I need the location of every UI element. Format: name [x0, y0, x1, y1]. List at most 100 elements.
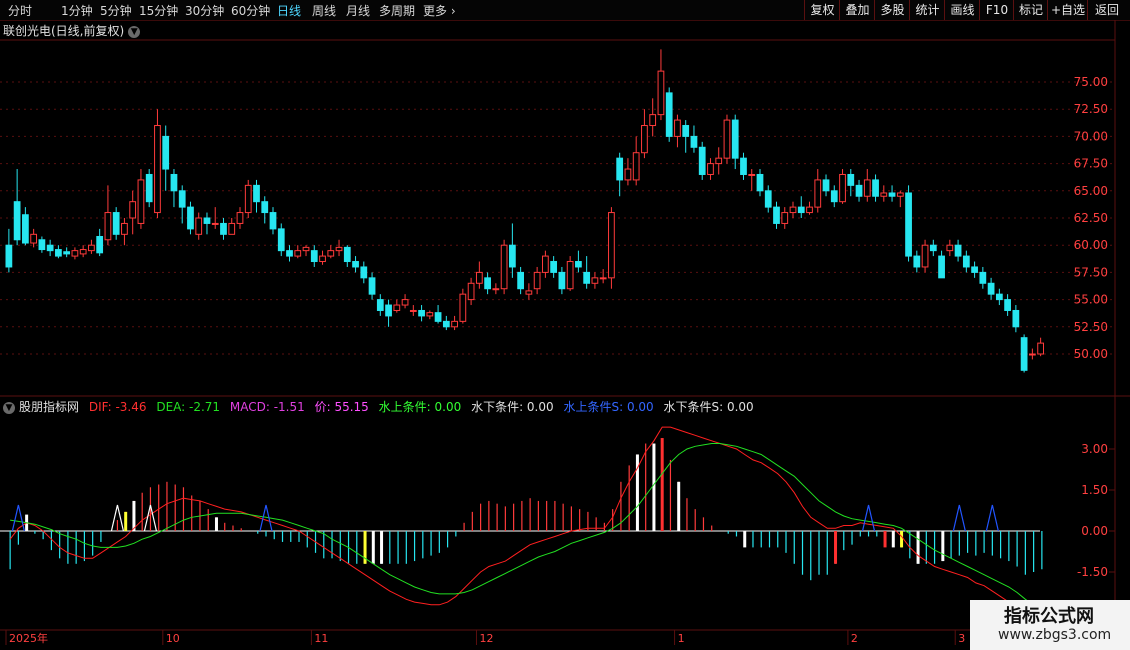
candle-body: [599, 277, 607, 280]
candle-body: [310, 250, 318, 263]
candle-body: [393, 304, 401, 311]
price-tick-label: 72.50: [1074, 102, 1108, 116]
candle-body: [830, 190, 838, 203]
candle: [508, 223, 516, 278]
date-label: 3: [958, 632, 965, 645]
candle: [789, 201, 797, 218]
candle-body: [707, 163, 714, 175]
candle: [22, 207, 29, 246]
watermark: 指标公式网 www.zbgs3.com: [970, 600, 1130, 650]
candle: [459, 288, 467, 324]
candle-body: [220, 222, 227, 235]
candle-body: [756, 173, 764, 192]
candle-body: [748, 173, 756, 176]
date-label: 10: [166, 632, 180, 645]
candle-body: [129, 201, 137, 219]
candle-body: [195, 217, 203, 235]
candle-body: [657, 70, 665, 116]
candle-body: [96, 235, 104, 254]
candle-body: [426, 312, 434, 317]
signal-triangle: [861, 504, 876, 532]
candle: [1004, 294, 1011, 316]
candle: [475, 261, 483, 289]
candle: [872, 174, 879, 202]
candle-body: [855, 184, 863, 197]
candle: [244, 179, 252, 218]
kline-chart[interactable]: 75.00 72.50 70.00 67.50 65.00 62.50 60.00 57.50…: [0, 0, 1130, 650]
candle: [822, 174, 830, 197]
candle-body: [401, 299, 409, 306]
candle-body: [632, 152, 640, 181]
candle-body: [863, 179, 871, 197]
candle-body: [121, 222, 128, 235]
candle: [500, 239, 508, 295]
candle-body: [921, 244, 929, 268]
candle: [13, 169, 21, 246]
candle-body: [566, 261, 574, 290]
candle: [261, 196, 269, 224]
candle-body: [343, 246, 351, 263]
candle-body: [913, 255, 921, 268]
candle: [368, 272, 376, 300]
candle: [905, 185, 912, 262]
candle: [112, 207, 120, 240]
candle: [641, 109, 648, 159]
date-label: 12: [479, 632, 493, 645]
chevron-down-icon[interactable]: ▼: [3, 401, 15, 414]
candle-body: [764, 190, 772, 208]
price-tick-label: 57.50: [1074, 265, 1108, 279]
candle: [96, 228, 104, 257]
indicator-legend: ▼ 股朋指标网 DIF: -3.46 DEA: -2.71 MACD: -1.51…: [3, 398, 760, 415]
dea-line: [10, 443, 1043, 608]
candle-body: [533, 271, 541, 290]
candle-body: [211, 222, 219, 225]
date-label: 11: [314, 632, 328, 645]
dif-value: DIF: -3.46: [88, 400, 147, 414]
candle-body: [938, 255, 945, 279]
signal-bar: [883, 531, 887, 548]
candle: [773, 201, 780, 229]
signal-bar: [891, 531, 895, 548]
candle-body: [1020, 337, 1028, 371]
candle-body: [352, 261, 359, 268]
candle-body: [872, 179, 879, 197]
candle-body: [451, 320, 458, 328]
candle: [79, 245, 87, 258]
candle-body: [286, 250, 293, 257]
price-tick-label: 65.00: [1074, 184, 1108, 198]
date-axis: 2025年 10 11 12 1 2 3: [5, 630, 965, 645]
candle-body: [360, 266, 368, 279]
candle: [525, 283, 533, 300]
candle: [145, 169, 153, 208]
candle: [467, 277, 475, 306]
candle: [517, 266, 525, 295]
candle: [698, 141, 706, 180]
candle: [1037, 337, 1044, 357]
candle-body: [616, 157, 624, 181]
watermark-url: www.zbgs3.com: [998, 627, 1112, 643]
candle-body: [583, 271, 591, 284]
candle: [649, 98, 657, 137]
candle-body: [319, 255, 326, 263]
candle: [880, 185, 888, 202]
candle: [418, 305, 425, 322]
candle: [121, 218, 128, 246]
macd-value: MACD: -1.51: [229, 400, 305, 414]
signal-bar: [834, 531, 838, 564]
candle-body: [244, 184, 252, 214]
candle-body: [1028, 353, 1036, 356]
candle: [962, 250, 970, 273]
candle: [797, 196, 805, 218]
candle: [987, 277, 995, 300]
candle-body: [797, 206, 805, 214]
candle: [442, 315, 450, 331]
candle: [294, 245, 302, 259]
watermark-title: 指标公式网: [1004, 606, 1094, 627]
candle-body: [880, 192, 888, 197]
candle-body: [63, 251, 71, 255]
candle: [38, 236, 46, 253]
candle-body: [789, 206, 797, 214]
candle: [583, 256, 591, 289]
price-tick-label: 75.00: [1074, 75, 1108, 89]
signal-bar: [916, 531, 920, 564]
